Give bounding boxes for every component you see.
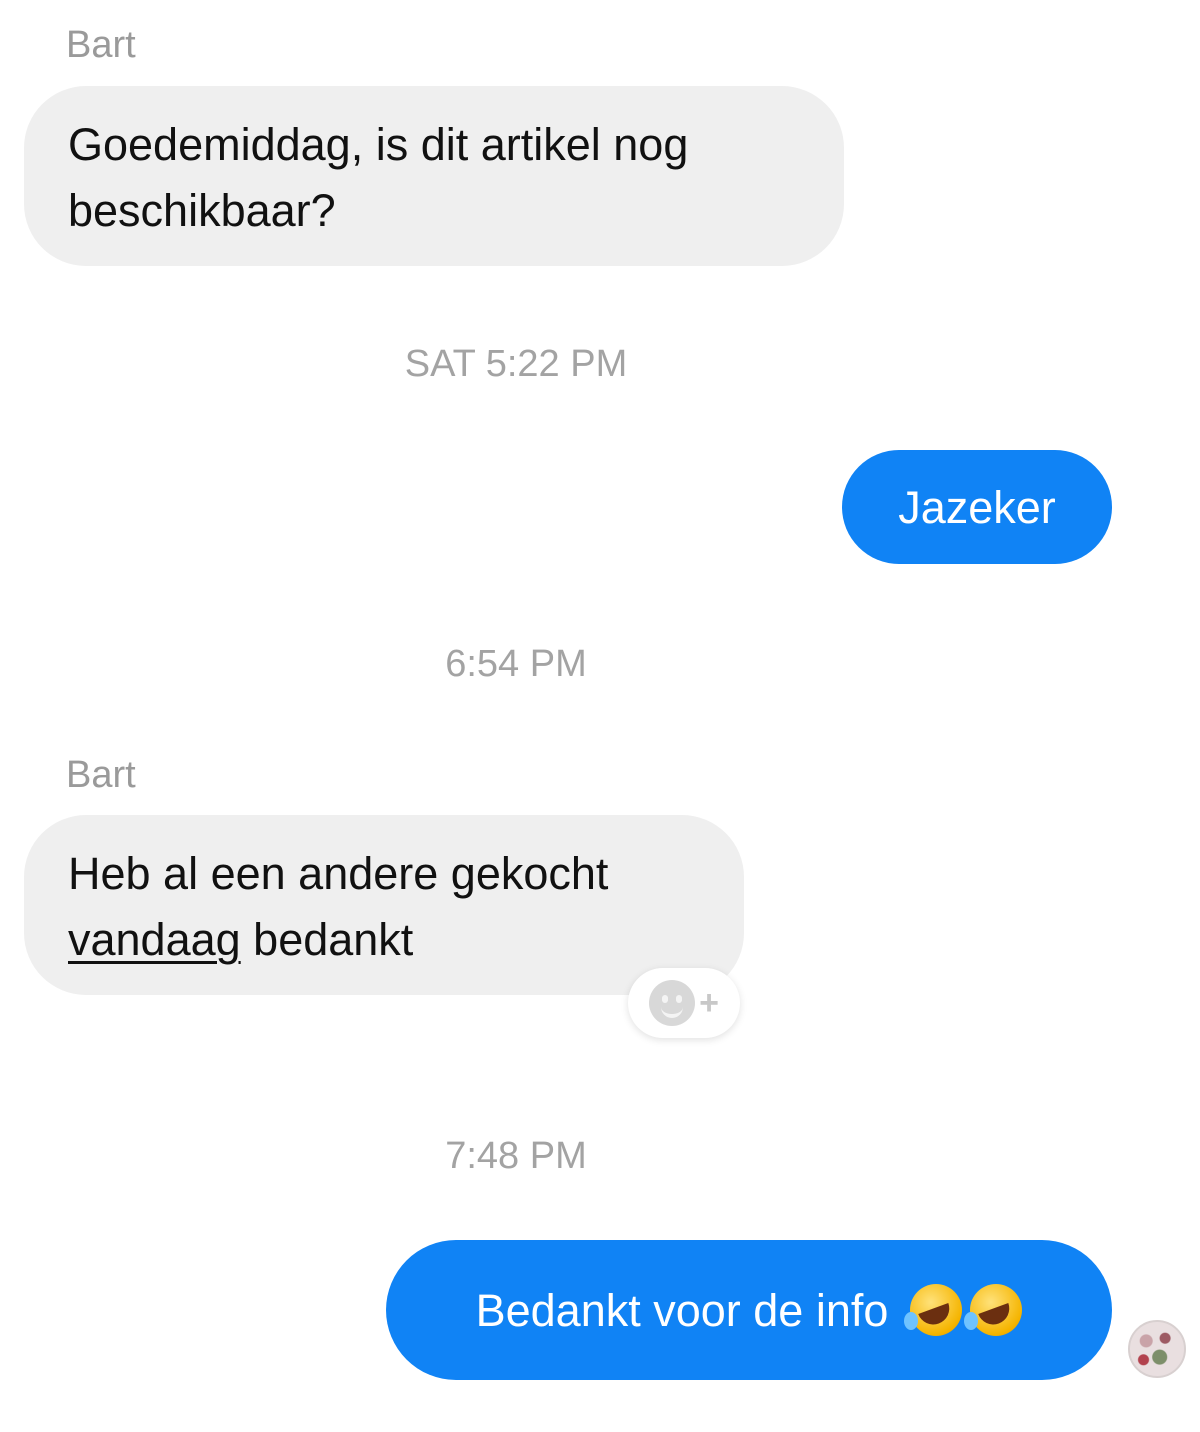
timestamp: 6:54 PM <box>445 643 587 685</box>
sender-name: Bart <box>66 754 136 796</box>
smiley-icon <box>649 980 696 1026</box>
sender-name: Bart <box>66 24 136 66</box>
message-text: Goedemiddag, is dit artikel nog beschikb… <box>68 119 689 236</box>
outgoing-message-bubble[interactable]: Bedankt voor de info <box>386 1240 1112 1380</box>
underlined-word: vandaag <box>68 914 241 965</box>
incoming-message-bubble[interactable]: Goedemiddag, is dit artikel nog beschikb… <box>24 86 844 266</box>
timestamp: SAT 5:22 PM <box>404 343 628 385</box>
message-text-line: Heb al een andere gekocht <box>68 848 609 899</box>
timestamp: 7:48 PM <box>445 1135 587 1177</box>
add-reaction-button[interactable]: + <box>628 968 740 1038</box>
message-text: Bedankt voor de info <box>475 1284 889 1336</box>
rolling-on-floor-laughing-emoji-icon <box>904 1284 963 1336</box>
rolling-on-floor-laughing-emoji-icon <box>964 1284 1023 1336</box>
message-text: bedankt <box>240 914 414 965</box>
seen-avatar[interactable] <box>1128 1320 1186 1378</box>
incoming-message-bubble[interactable]: Heb al een andere gekocht vandaag bedank… <box>24 815 744 995</box>
message-text-line: vandaag bedankt <box>68 907 700 973</box>
outgoing-message-bubble[interactable]: Jazeker <box>842 450 1112 564</box>
message-text: Jazeker <box>898 481 1056 533</box>
plus-icon: + <box>699 984 719 1022</box>
